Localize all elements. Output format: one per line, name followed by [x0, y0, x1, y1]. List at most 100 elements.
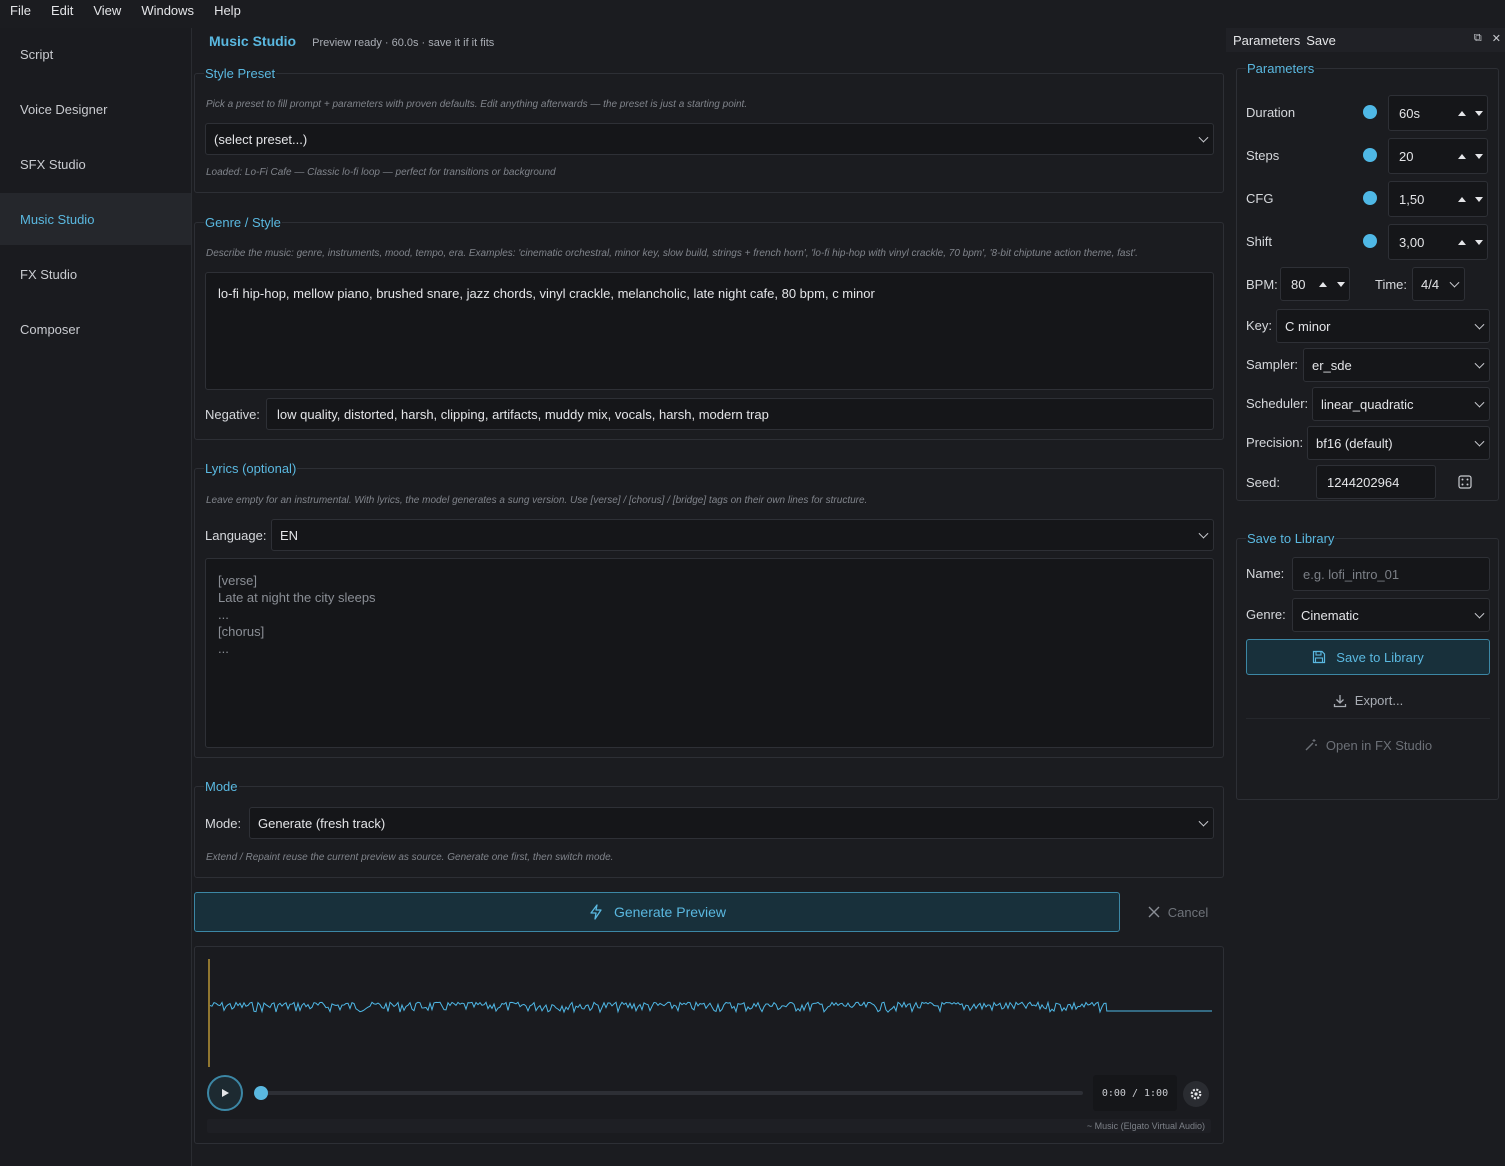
- export-button[interactable]: Export...: [1246, 683, 1490, 719]
- sidebar-item-music-studio[interactable]: Music Studio: [0, 193, 191, 245]
- duration-label: Duration: [1246, 105, 1296, 120]
- decrement-icon[interactable]: [1475, 196, 1483, 202]
- preset-loaded-text: Loaded: Lo-Fi Cafe — Classic lo-fi loop …: [206, 167, 556, 178]
- steps-value: 20: [1399, 148, 1414, 164]
- genre-label: Genre:: [1246, 607, 1286, 622]
- chevron-down-icon: [1474, 608, 1485, 619]
- duration-spinbox[interactable]: 60s: [1388, 95, 1488, 131]
- cfg-label: CFG: [1246, 191, 1274, 206]
- play-button[interactable]: [207, 1075, 243, 1111]
- sidebar-item-script[interactable]: Script: [0, 28, 191, 80]
- name-input[interactable]: e.g. lofi_intro_01: [1292, 557, 1490, 591]
- waveform-line: [209, 1000, 1212, 1014]
- shift-label: Shift: [1246, 234, 1273, 249]
- menu-edit[interactable]: Edit: [41, 3, 83, 18]
- language-select-value: EN: [280, 527, 299, 543]
- time-signature-select[interactable]: 4/4: [1412, 267, 1465, 301]
- gear-icon: [1190, 1088, 1202, 1100]
- negative-input[interactable]: low quality, distorted, harsh, clipping,…: [266, 398, 1214, 430]
- shift-spinbox[interactable]: 3,00: [1388, 224, 1488, 260]
- steps-label: Steps: [1246, 148, 1280, 163]
- genre-select[interactable]: Cinematic: [1292, 598, 1490, 632]
- download-icon: [1333, 694, 1346, 707]
- chevron-down-icon: [1474, 397, 1485, 408]
- time-readout: 0:00 / 1:00: [1093, 1075, 1177, 1111]
- scheduler-select[interactable]: linear_quadratic: [1312, 387, 1490, 421]
- sampler-value: er_sde: [1312, 357, 1352, 373]
- lyrics-group: Lyrics (optional) Leave empty for an ins…: [194, 461, 1224, 758]
- close-icon[interactable]: ✕: [1492, 32, 1501, 45]
- preset-select[interactable]: (select preset...): [205, 123, 1214, 155]
- mode-select[interactable]: Generate (fresh track): [249, 807, 1214, 839]
- decrement-icon[interactable]: [1475, 153, 1483, 159]
- bpm-value: 80: [1291, 276, 1306, 292]
- language-select[interactable]: EN: [271, 519, 1214, 551]
- lyrics-input[interactable]: [verse] Late at night the city sleeps ..…: [205, 558, 1214, 748]
- scheduler-value: linear_quadratic: [1321, 396, 1414, 412]
- sidebar-item-fx-studio[interactable]: FX Studio: [0, 248, 191, 300]
- seed-value: 1244202964: [1327, 474, 1400, 490]
- increment-icon[interactable]: [1458, 239, 1466, 245]
- scheduler-label: Scheduler:: [1246, 396, 1309, 411]
- float-icon[interactable]: ⧉: [1474, 32, 1482, 45]
- genre-value: Cinematic: [1301, 607, 1359, 623]
- generate-preview-button[interactable]: Generate Preview: [194, 892, 1120, 932]
- open-in-fx-studio-button[interactable]: Open in FX Studio: [1246, 727, 1490, 763]
- randomize-seed-button[interactable]: [1445, 465, 1485, 499]
- sidebar-item-sfx-studio[interactable]: SFX Studio: [0, 138, 191, 190]
- cfg-row: CFG 1,50: [1246, 181, 1491, 217]
- save-to-library-label: Save to Library: [1336, 649, 1424, 665]
- sidebar-item-composer[interactable]: Composer: [0, 303, 191, 355]
- output-device-label: ~ Music (Elgato Virtual Audio): [207, 1119, 1211, 1133]
- cfg-value: 1,50: [1399, 191, 1425, 207]
- audio-settings-button[interactable]: [1183, 1081, 1209, 1107]
- seek-track[interactable]: [255, 1091, 1083, 1095]
- key-value: C minor: [1285, 318, 1331, 334]
- audio-player: 0:00 / 1:00 ~ Music (Elgato Virtual Audi…: [194, 946, 1224, 1144]
- cfg-spinbox[interactable]: 1,50: [1388, 181, 1488, 217]
- decrement-icon[interactable]: [1337, 281, 1345, 287]
- key-label: Key:: [1246, 318, 1273, 333]
- seek-knob[interactable]: [254, 1086, 268, 1100]
- precision-value: bf16 (default): [1316, 435, 1393, 451]
- increment-icon[interactable]: [1458, 110, 1466, 116]
- magic-wand-icon: [1305, 739, 1317, 751]
- style-preset-group: Style Preset Pick a preset to fill promp…: [194, 66, 1224, 193]
- increment-icon[interactable]: [1319, 281, 1327, 287]
- bpm-spinbox[interactable]: 80: [1280, 267, 1350, 301]
- waveform[interactable]: [195, 947, 1225, 1067]
- steps-spinbox[interactable]: 20: [1388, 138, 1488, 174]
- page-title: Music Studio: [209, 33, 297, 49]
- menu-help[interactable]: Help: [204, 3, 251, 18]
- cancel-label: Cancel: [1167, 904, 1209, 920]
- mode-hint: Extend / Repaint reuse the current previ…: [206, 852, 614, 863]
- parameters-panel: Parameters Save ⧉ ✕ Parameters Duration …: [1226, 28, 1505, 1166]
- menu-windows[interactable]: Windows: [131, 3, 204, 18]
- key-select[interactable]: C minor: [1276, 309, 1490, 343]
- group-title-genre: Genre / Style: [204, 215, 282, 230]
- cfg-indicator: [1363, 191, 1377, 205]
- seed-input[interactable]: 1244202964: [1316, 465, 1436, 499]
- group-title-save-library: Save to Library: [1246, 531, 1336, 546]
- panel-save-button[interactable]: Save: [1306, 33, 1336, 48]
- chevron-down-icon: [1198, 816, 1209, 827]
- increment-icon[interactable]: [1458, 196, 1466, 202]
- menu-view[interactable]: View: [83, 3, 131, 18]
- panel-title-bar: Parameters Save ⧉ ✕: [1226, 28, 1505, 52]
- decrement-icon[interactable]: [1475, 110, 1483, 116]
- menu-file[interactable]: File: [0, 3, 41, 18]
- shift-indicator: [1363, 234, 1377, 248]
- increment-icon[interactable]: [1458, 153, 1466, 159]
- precision-select[interactable]: bf16 (default): [1307, 426, 1490, 460]
- generate-preview-label: Generate Preview: [613, 904, 727, 920]
- group-title-style-preset: Style Preset: [204, 66, 277, 81]
- cancel-button[interactable]: Cancel: [1134, 892, 1222, 932]
- negative-label: Negative:: [205, 407, 260, 422]
- sampler-select[interactable]: er_sde: [1303, 348, 1490, 382]
- genre-prompt-input[interactable]: lo-fi hip-hop, mellow piano, brushed sna…: [205, 272, 1214, 390]
- lightning-icon: [590, 904, 602, 920]
- decrement-icon[interactable]: [1475, 239, 1483, 245]
- sidebar-item-voice-designer[interactable]: Voice Designer: [0, 83, 191, 135]
- save-to-library-button[interactable]: Save to Library: [1246, 639, 1490, 675]
- group-title-lyrics: Lyrics (optional): [204, 461, 298, 476]
